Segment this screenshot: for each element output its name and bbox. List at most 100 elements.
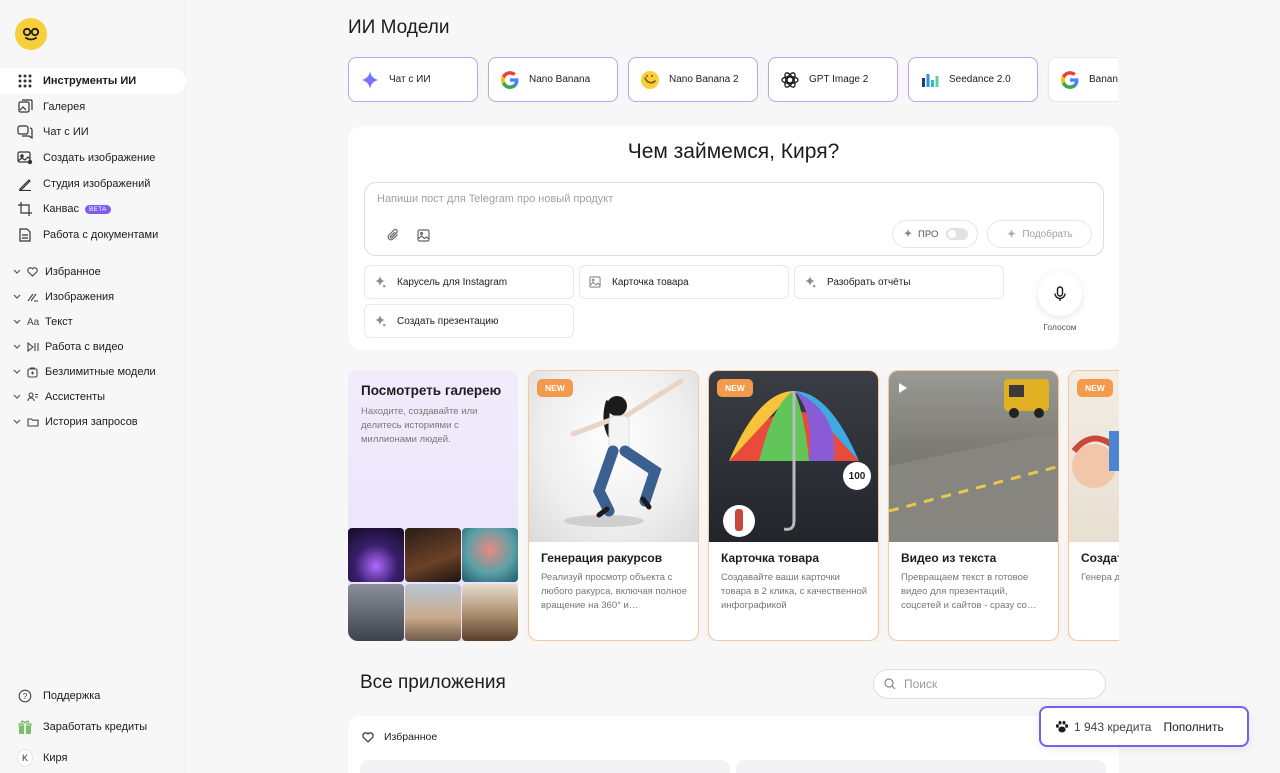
image-upload-icon[interactable]	[413, 225, 433, 245]
nav-item-canvas[interactable]: Канвас BETA	[0, 196, 186, 222]
model-chip-nano-banana-2[interactable]: Nano Banana 2	[628, 57, 758, 102]
new-badge: NEW	[537, 379, 573, 397]
chevron-down-icon	[13, 419, 23, 425]
nav-item-image-studio[interactable]: Студия изображений	[0, 171, 186, 197]
suggestion-instagram-carousel[interactable]: Карусель для Instagram	[364, 265, 574, 299]
nav-label: Галерея	[43, 100, 86, 113]
suggestion-label: Карточка товара	[612, 276, 689, 288]
pro-toggle[interactable]: ПРО	[892, 220, 978, 248]
sparkle-icon	[374, 315, 388, 327]
feature-card-product[interactable]: 100 NEW Карточка товара Создавайте ваши …	[708, 370, 879, 641]
suggestion-label: Создать презентацию	[397, 315, 499, 327]
gallery-thumb[interactable]	[405, 528, 461, 582]
group-images[interactable]: Изображения	[0, 285, 186, 310]
prompt-input[interactable]	[377, 193, 1077, 205]
gallery-card[interactable]: Посмотреть галерею Находите, создавайте …	[348, 370, 518, 641]
model-chip-nano-banana[interactable]: Nano Banana	[488, 57, 618, 102]
nav-item-create-image[interactable]: Создать изображение	[0, 145, 186, 171]
pro-switch[interactable]	[946, 228, 969, 240]
search-input[interactable]	[904, 677, 1094, 691]
group-label: История запросов	[45, 415, 138, 428]
group-label: Избранное	[45, 266, 101, 279]
model-chip-banana-partial[interactable]: Banana	[1048, 57, 1118, 102]
sparkle-icon	[374, 276, 388, 288]
chevron-down-icon	[13, 344, 23, 350]
suggestion-label: Карусель для Instagram	[397, 276, 508, 288]
pick-button[interactable]: Подобрать	[987, 220, 1092, 248]
pick-label: Подобрать	[1022, 228, 1073, 240]
topup-button[interactable]: Пополнить	[1163, 720, 1223, 734]
nav-groups: Избранное Изображения Aa Текст Работа с …	[0, 260, 186, 434]
pen-icon	[17, 176, 33, 192]
gallery-title: Посмотреть галерею	[361, 383, 502, 398]
favorite-app-tile[interactable]	[736, 760, 1106, 773]
feature-card-angles[interactable]: NEW Генерация ракурсов Реализуй просмотр…	[528, 370, 699, 641]
gallery-carousel: Посмотреть галерею Находите, создавайте …	[348, 370, 1119, 641]
video-icon	[27, 342, 41, 353]
favorites-header[interactable]: Избранное	[362, 731, 437, 743]
group-unlimited[interactable]: Безлимитные модели	[0, 360, 186, 385]
gallery-description: Находите, создавайте или делитесь истори…	[361, 406, 478, 445]
nav-item-gallery[interactable]: Галерея	[0, 94, 186, 120]
nav-label: Канвас	[43, 203, 79, 216]
greeting-title: Чем займемся, Киря?	[627, 140, 840, 163]
nav-item-ai-tools[interactable]: Инструменты ИИ	[0, 68, 186, 94]
gallery-thumb[interactable]	[348, 584, 404, 641]
gallery-thumb[interactable]	[405, 584, 461, 641]
nav-label: Инструменты ИИ	[43, 74, 137, 87]
group-favorites[interactable]: Избранное	[0, 260, 186, 285]
model-label: Чат с ИИ	[389, 74, 431, 85]
voice-button[interactable]	[1038, 272, 1082, 316]
feature-card-create[interactable]: NEW Создать Генера для про переда	[1068, 370, 1119, 641]
suggestion-presentation[interactable]: Создать презентацию	[364, 304, 574, 338]
group-label: Текст	[45, 316, 73, 329]
group-label: Изображения	[45, 291, 115, 304]
model-chip-ai-chat[interactable]: Чат с ИИ	[348, 57, 478, 102]
card-title: Видео из текста	[901, 551, 997, 565]
group-label: Безлимитные модели	[45, 366, 156, 378]
paw-icon	[1055, 720, 1069, 734]
model-chip-seedance[interactable]: Seedance 2.0	[908, 57, 1038, 102]
nav-item-support[interactable]: ? Поддержка	[0, 680, 186, 711]
group-history[interactable]: История запросов	[0, 409, 186, 434]
nav-label: Работа с документами	[43, 228, 159, 241]
image-create-icon	[17, 150, 33, 166]
gallery-thumb[interactable]	[348, 528, 404, 582]
nav-item-chat[interactable]: Чат с ИИ	[0, 119, 186, 145]
document-icon	[17, 227, 33, 243]
seedance-icon	[920, 70, 940, 90]
nav-item-earn-credits[interactable]: Заработать кредиты	[0, 711, 186, 742]
app-logo[interactable]	[15, 18, 47, 50]
model-chip-gpt-image-2[interactable]: GPT Image 2	[768, 57, 898, 102]
nav-item-profile[interactable]: K Киря	[0, 742, 186, 773]
card-description: Создавайте ваши карточки товара в 2 клик…	[721, 572, 868, 611]
card-description: Реализуй просмотр объекта с любого ракур…	[541, 572, 688, 611]
chevron-down-icon	[13, 369, 23, 375]
crop-icon	[17, 201, 33, 217]
nav-item-documents[interactable]: Работа с документами	[0, 222, 186, 248]
chat-icon	[17, 124, 33, 140]
group-label: Работа с видео	[45, 341, 124, 354]
model-chips: Чат с ИИ Nano Banana Nano Banana 2 GPT I…	[348, 57, 1118, 102]
feature-card-text-to-video[interactable]: Видео из текста Превращаем текст в готов…	[888, 370, 1059, 641]
paperclip-icon[interactable]	[383, 225, 403, 245]
suggestion-product-card[interactable]: Карточка товара	[579, 265, 789, 299]
favorite-app-tile[interactable]	[360, 760, 730, 773]
heart-icon	[362, 731, 374, 743]
nav-label: Заработать кредиты	[43, 720, 148, 733]
model-label: Seedance 2.0	[949, 74, 1011, 85]
microphone-icon	[1054, 286, 1066, 302]
sparkle-icon	[804, 276, 818, 288]
group-assistants[interactable]: Ассистенты	[0, 384, 186, 409]
chevron-down-icon	[13, 294, 23, 300]
gallery-thumb[interactable]	[462, 528, 518, 582]
google-icon	[500, 70, 520, 90]
group-video[interactable]: Работа с видео	[0, 335, 186, 360]
nav-label: Студия изображений	[43, 177, 151, 190]
openai-icon	[780, 70, 800, 90]
gallery-thumb[interactable]	[462, 584, 518, 641]
suggestion-reports[interactable]: Разобрать отчёты	[794, 265, 1004, 299]
all-apps-title: Все приложения	[360, 672, 506, 693]
group-text[interactable]: Aa Текст	[0, 310, 186, 335]
chevron-down-icon	[13, 319, 23, 325]
